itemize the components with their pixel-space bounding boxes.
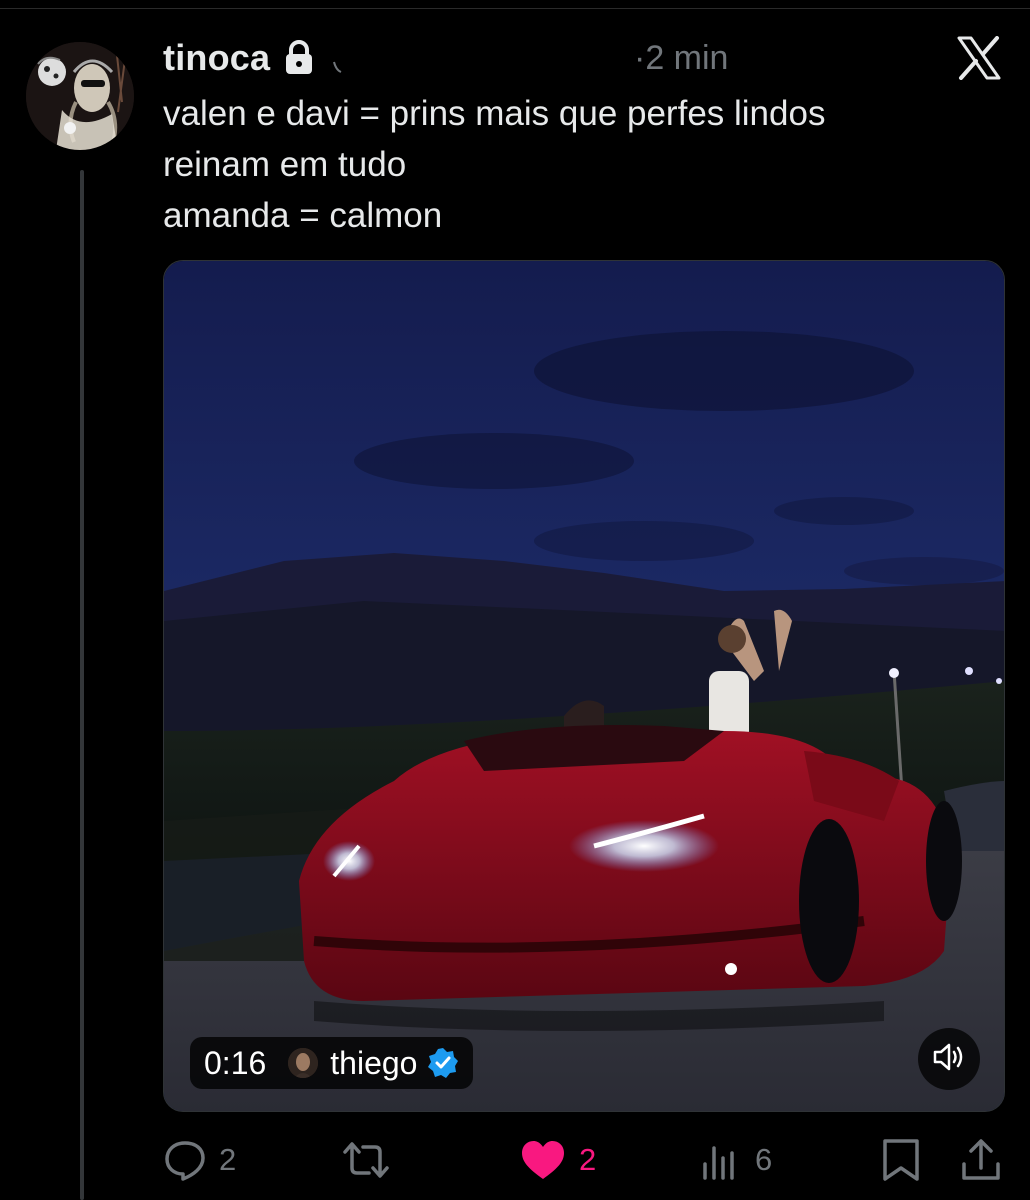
like-button[interactable]: 2 <box>519 1136 596 1184</box>
post-header: tinoca <box>163 36 342 80</box>
share-button[interactable] <box>959 1136 1003 1184</box>
creator-name[interactable]: thiego <box>330 1045 417 1082</box>
post-text-line-3: amanda = calmon <box>163 196 443 235</box>
post-timestamp[interactable]: ·2 min <box>634 36 728 80</box>
username[interactable]: tinoca <box>163 37 270 79</box>
sound-toggle-button[interactable] <box>918 1028 980 1090</box>
video-info-badge: 0:16 thiego <box>190 1037 474 1089</box>
video-player[interactable]: 0:16 thiego <box>163 260 1005 1112</box>
speaker-icon <box>932 1042 966 1077</box>
heart-icon <box>519 1138 567 1182</box>
x-logo-icon[interactable] <box>956 36 1002 80</box>
bookmark-button[interactable] <box>879 1136 923 1184</box>
decorative-mark-icon <box>332 60 342 74</box>
creator-avatar[interactable] <box>288 1048 319 1078</box>
top-divider <box>0 8 1030 9</box>
share-icon <box>959 1138 1003 1182</box>
like-count: 2 <box>579 1142 597 1177</box>
post-text-line-1: valen e davi = prins mais que perfes lin… <box>163 94 826 133</box>
post-text-line-2: reinam em tudo <box>163 145 407 184</box>
views-count: 6 <box>755 1142 773 1177</box>
views-icon <box>699 1138 743 1182</box>
repost-button[interactable] <box>341 1136 403 1184</box>
thread-connector-line <box>80 170 84 1200</box>
verified-badge-icon <box>427 1047 459 1079</box>
bookmark-icon <box>879 1138 923 1182</box>
reply-count: 2 <box>219 1142 237 1177</box>
avatar[interactable] <box>26 42 134 150</box>
views-button[interactable]: 6 <box>699 1136 772 1184</box>
lock-icon <box>282 38 316 78</box>
reply-icon <box>163 1138 207 1182</box>
repost-icon <box>341 1138 391 1182</box>
video-duration: 0:16 <box>204 1044 267 1081</box>
reply-button[interactable]: 2 <box>163 1136 236 1184</box>
action-bar: 2 2 6 <box>163 1136 1005 1184</box>
video-frame-image <box>164 261 1004 1111</box>
post-text: valen e davi = prins mais que perfes lin… <box>163 88 1003 241</box>
